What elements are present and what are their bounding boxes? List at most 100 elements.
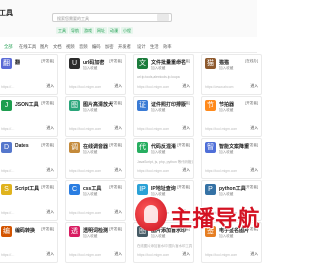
tool-title[interactable]: 节拍器 <box>219 101 234 108</box>
tool-url: https://tool.migm.com <box>69 169 102 173</box>
enter-button[interactable]: 进入 <box>250 168 258 173</box>
enter-button[interactable]: 进入 <box>46 210 54 215</box>
tool-card[interactable]: 猫猫猫 [在线办] 加入收藏 https://www.ahcom 进入 <box>201 54 262 95</box>
enter-button[interactable]: 进入 <box>46 126 54 131</box>
tool-title[interactable]: 猫猫 <box>219 59 229 66</box>
bookmark-link[interactable]: 加入收藏 <box>83 192 97 197</box>
tool-title[interactable]: python工具 <box>219 185 246 192</box>
tool-title[interactable]: url码加密 <box>83 59 104 66</box>
tab-category[interactable]: 音频 <box>79 44 88 50</box>
tool-card[interactable]: 代代码反混淆 [开发者] 加入收藏 JavaScript, js, php, pyth… <box>133 138 194 179</box>
search-input[interactable]: 搜索您需要的工具 <box>52 13 172 22</box>
bookmark-link[interactable]: 加入收藏 <box>83 234 97 239</box>
tab-category[interactable]: 文档 <box>53 44 62 50</box>
tool-url: https://tool.migm.com <box>69 85 102 89</box>
hot-chip[interactable]: 动漫 <box>108 27 120 34</box>
enter-button[interactable]: 进入 <box>46 84 54 89</box>
tool-tag: [开发者] <box>177 143 190 147</box>
tool-card[interactable]: 文文件批量重命名 [开发者] 加入收藏 url:ip.tools,alextools.… <box>133 54 194 95</box>
tool-tag: [开发者] <box>41 101 54 105</box>
enter-button[interactable]: 进入 <box>250 126 258 131</box>
tool-icon: 编 <box>1 226 12 237</box>
tool-title[interactable]: 透明词检测 <box>83 227 108 234</box>
tab-category[interactable]: 加密 <box>105 44 114 50</box>
hot-chip[interactable]: 工具 <box>56 27 68 34</box>
tool-url: https://tool.migm.com <box>137 253 170 257</box>
bookmark-link[interactable]: 加入收藏 <box>151 66 165 71</box>
search-button[interactable] <box>157 14 169 21</box>
enter-button[interactable]: 进入 <box>182 252 190 257</box>
enter-button[interactable]: 进入 <box>250 84 258 89</box>
tool-title[interactable]: 代码反混淆 <box>151 143 176 150</box>
tool-url: https://tool.migm.com <box>69 253 102 257</box>
tool-card[interactable]: Uurl码加密 [开发者] 加入收藏 https://tool.migm.com 进入 <box>65 54 126 95</box>
tool-tag: [开发者] <box>245 101 258 105</box>
tool-card[interactable]: 智智能文案降重 [开发者] 加入收藏 https://tool.migm.com 进入 <box>201 138 262 179</box>
tool-icon: 节 <box>205 100 216 111</box>
site-brand: 工具 <box>0 10 13 17</box>
tool-title[interactable]: 编码转换 <box>15 227 35 234</box>
bookmark-link[interactable]: 加入收藏 <box>83 66 97 71</box>
bookmark-link[interactable]: 加入收藏 <box>151 108 165 113</box>
hot-chip[interactable]: 游戏 <box>82 27 94 34</box>
tool-tag: [开发者] <box>177 185 190 189</box>
enter-button[interactable]: 进入 <box>114 210 122 215</box>
tool-card[interactable]: J JSON工具 [开发者] https://… 进入 <box>0 96 58 137</box>
tool-title[interactable]: css工具 <box>83 185 101 192</box>
bookmark-link[interactable]: 加入收藏 <box>219 66 233 71</box>
tool-title[interactable]: 在线调音器 <box>83 143 108 150</box>
tool-description: url:ip.tools,alextools.ip.loupa <box>137 75 180 79</box>
enter-button[interactable]: 进入 <box>114 84 122 89</box>
tool-tag: [开发者] <box>41 227 54 231</box>
enter-button[interactable]: 进入 <box>182 126 190 131</box>
hot-chip[interactable]: 网址 <box>95 27 107 34</box>
tool-url: https://tool.migm.com <box>137 85 170 89</box>
tool-card[interactable]: 节节拍器 [开发者] 加入收藏 https://tool.migm.com 进入 <box>201 96 262 137</box>
enter-button[interactable]: 进入 <box>46 168 54 173</box>
bookmark-link[interactable]: 加入收藏 <box>151 150 165 155</box>
enter-button[interactable]: 进入 <box>114 126 122 131</box>
tool-title[interactable]: Script工具 <box>15 185 39 192</box>
tool-description: JavaScript, js, php, python 等代码格式化混淆 <box>137 160 193 164</box>
tab-category[interactable]: 在线工具 <box>19 44 36 50</box>
tool-icon: 文 <box>137 58 148 69</box>
tool-card[interactable]: D Dates [开发者] https://… 进入 <box>0 138 58 179</box>
bookmark-link[interactable]: 加入收藏 <box>219 108 233 113</box>
enter-button[interactable]: 进入 <box>182 168 190 173</box>
tool-title[interactable]: Dates <box>15 143 29 149</box>
tab-category[interactable]: 开发者 <box>118 44 131 50</box>
tool-icon: 透 <box>69 226 80 237</box>
tool-title[interactable]: IP地址查询 <box>151 185 176 192</box>
enter-button[interactable]: 进入 <box>114 168 122 173</box>
hot-chip[interactable]: 小程 <box>121 27 133 34</box>
tab-all[interactable]: 全部 <box>4 44 13 50</box>
hot-chip[interactable]: 导航 <box>69 27 81 34</box>
tab-category[interactable]: 视频 <box>66 44 75 50</box>
tool-url: https://… <box>1 169 15 173</box>
tool-tag: [开发者] <box>245 143 258 147</box>
bookmark-link[interactable]: 加入收藏 <box>83 150 97 155</box>
tab-category[interactable]: 设计 <box>137 44 146 50</box>
enter-button[interactable]: 进入 <box>182 84 190 89</box>
enter-button[interactable]: 进入 <box>114 252 122 257</box>
bookmark-link[interactable]: 加入收藏 <box>83 108 97 113</box>
tab-category[interactable]: 编码 <box>92 44 101 50</box>
tool-url: https://www.ahcom <box>205 85 234 89</box>
tool-card[interactable]: Ccss工具 [开发者] 加入收藏 https://tool.migm.com 进入 <box>65 180 126 221</box>
tool-icon: 智 <box>205 142 216 153</box>
tool-title[interactable]: JSON工具 <box>15 101 39 108</box>
tab-category[interactable]: 效率 <box>163 44 172 50</box>
tool-tag: [开发者] <box>41 185 54 189</box>
tab-category[interactable]: 生活 <box>150 44 159 50</box>
tool-card[interactable]: 证证件照打印排版 [开发者] 加入收藏 https://tool.migm.com 进入 <box>133 96 194 137</box>
tab-category[interactable]: 图片 <box>40 44 49 50</box>
tool-card[interactable]: 图图片高清放大 [开发者] 加入收藏 https://tool.migm.com 进入 <box>65 96 126 137</box>
tool-title[interactable]: 翻 <box>15 59 20 66</box>
bookmark-link[interactable]: 加入收藏 <box>219 150 233 155</box>
enter-button[interactable]: 进入 <box>250 252 258 257</box>
tool-card[interactable]: 翻翻 [开发者] https://… 进入 <box>0 54 58 95</box>
tool-icon: 代 <box>137 142 148 153</box>
tool-card[interactable]: S Script工具 [开发者] https://… 进入 <box>0 180 58 221</box>
tool-card[interactable]: 调在线调音器 [开发者] 加入收藏 https://tool.migm.com 进入 <box>65 138 126 179</box>
enter-button[interactable]: 进入 <box>46 252 54 257</box>
